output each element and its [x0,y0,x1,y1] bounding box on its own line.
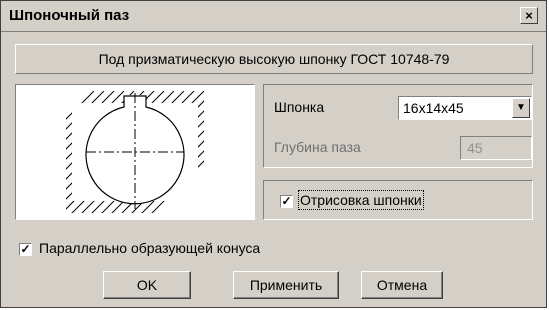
key-size-value: 16x14x45 [403,100,464,116]
ok-button[interactable]: OK [103,271,191,299]
checkmark-icon: ✓ [281,194,292,208]
key-label: Шпонка [274,99,325,115]
depth-field: 45 [460,136,532,160]
key-size-select[interactable]: 16x14x45 ▼ [398,96,532,120]
key-params-panel: Шпонка 16x14x45 ▼ Глубина паза 45 [263,84,533,168]
chevron-down-icon[interactable]: ▼ [512,98,530,118]
key-type-header: Под призматическую высокую шпонку ГОСТ 1… [15,44,533,74]
depth-label: Глубина паза [274,139,361,155]
keyway-preview [15,84,255,220]
cancel-button[interactable]: Отмена [361,271,443,299]
apply-button[interactable]: Применить [233,271,339,299]
keyway-drawing [66,91,204,213]
dialog-title: Шпоночный паз [9,7,130,24]
title-bar[interactable]: Шпоночный паз × [1,1,546,32]
draw-key-label[interactable]: Отрисовка шпонки [298,190,424,210]
parallel-cone-label[interactable]: Параллельно образующей конуса [39,240,260,256]
close-button[interactable]: × [520,7,538,24]
parallel-cone-checkbox[interactable]: ✓ [19,243,32,256]
checkmark-icon: ✓ [20,242,31,256]
draw-key-panel: ✓ Отрисовка шпонки [263,180,533,220]
keyway-dialog: Шпоночный паз × Под призматическую высок… [0,0,547,308]
draw-key-checkbox[interactable]: ✓ [280,195,293,208]
close-icon: × [525,8,533,23]
